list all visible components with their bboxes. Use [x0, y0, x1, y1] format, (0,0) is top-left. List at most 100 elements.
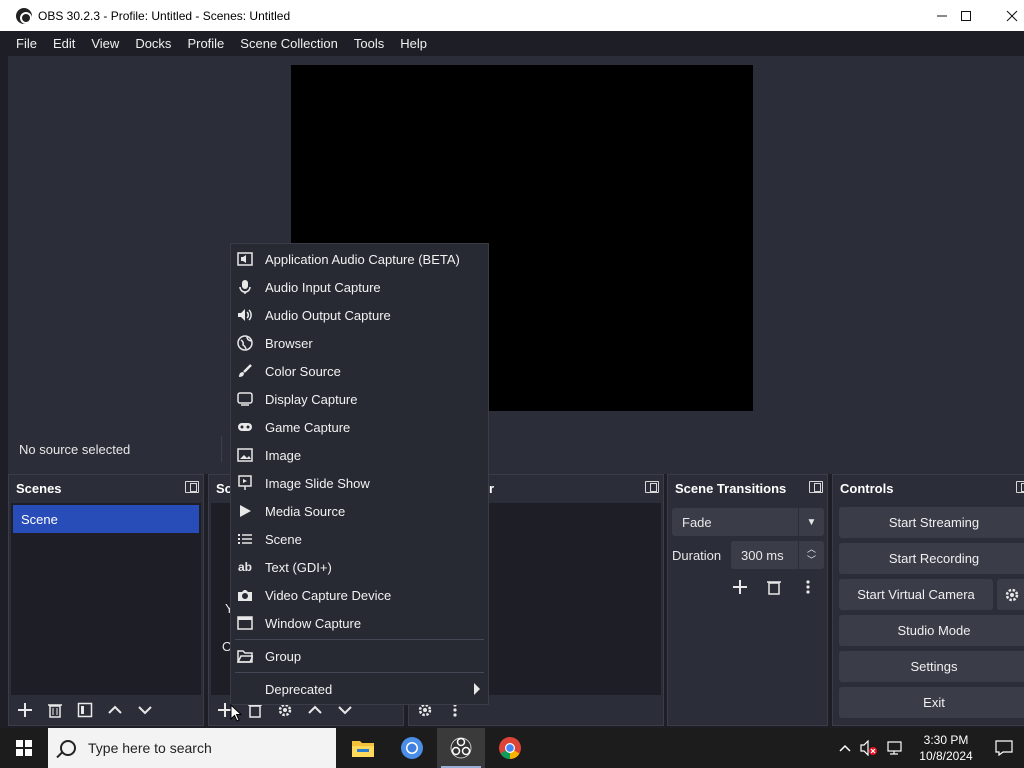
scene-item[interactable]: Scene	[13, 505, 199, 533]
menu-item-image[interactable]: Image	[231, 441, 488, 469]
chrome-icon	[401, 737, 423, 759]
menu-item-application-audio-capture[interactable]: Application Audio Capture (BETA)	[231, 245, 488, 273]
scenes-dock-title: Scenes	[16, 480, 62, 496]
menu-item-scene[interactable]: Scene	[231, 525, 488, 553]
taskbar-chrome-2[interactable]	[486, 728, 534, 768]
taskbar-search-box[interactable]: Type here to search	[48, 728, 336, 768]
tray-overflow-button[interactable]	[834, 744, 856, 752]
menu-item-audio-output-capture[interactable]: Audio Output Capture	[231, 301, 488, 329]
scene-filters-button[interactable]	[75, 700, 95, 720]
obs-icon	[450, 737, 472, 759]
chrome-icon	[499, 737, 521, 759]
filter-icon	[77, 702, 93, 718]
menu-item-group[interactable]: Group	[231, 642, 488, 670]
undock-icon[interactable]	[1016, 481, 1024, 493]
menu-item-window-capture[interactable]: Window Capture	[231, 609, 488, 637]
spin-arrows-icon[interactable]: ︿ ﹀	[798, 541, 824, 569]
taskbar-file-explorer[interactable]	[339, 728, 387, 768]
menu-file[interactable]: File	[8, 36, 45, 51]
app-audio-icon	[237, 251, 253, 267]
menu-help[interactable]: Help	[392, 36, 435, 51]
folder-icon	[237, 648, 253, 664]
maximize-icon	[961, 10, 971, 21]
scenes-list: Scene	[11, 503, 201, 695]
trash-icon	[48, 704, 62, 718]
network-button[interactable]	[882, 740, 908, 756]
windows-taskbar: Type here to search 3:30 PM 10/8/2024	[0, 728, 1024, 768]
submenu-arrow-icon	[474, 683, 480, 695]
menu-item-audio-input-capture[interactable]: Audio Input Capture	[231, 273, 488, 301]
duration-label: Duration	[672, 548, 722, 563]
window-title: OBS 30.2.3 - Profile: Untitled - Scenes:…	[38, 8, 291, 23]
gear-icon	[1005, 588, 1019, 601]
notifications-button[interactable]	[984, 740, 1024, 756]
undock-icon[interactable]	[645, 481, 659, 493]
chevron-up-icon	[108, 705, 122, 714]
taskbar-obs[interactable]	[437, 728, 485, 768]
menu-item-game-capture[interactable]: Game Capture	[231, 413, 488, 441]
undock-icon[interactable]	[185, 481, 199, 493]
menu-item-text-gdi[interactable]: ab Text (GDI+)	[231, 553, 488, 581]
globe-icon	[237, 335, 253, 351]
duration-spinbox[interactable]: 300 ms ︿ ﹀	[731, 541, 824, 569]
notification-icon	[995, 740, 1013, 756]
trash-icon	[767, 581, 781, 595]
taskbar-clock[interactable]: 3:30 PM 10/8/2024	[908, 732, 984, 764]
add-scene-button[interactable]	[15, 700, 35, 720]
menu-item-deprecated[interactable]: Deprecated	[231, 675, 488, 703]
scenes-dock: Scenes Scene	[8, 474, 204, 726]
menu-profile[interactable]: Profile	[179, 36, 232, 51]
clock-date: 10/8/2024	[919, 749, 973, 763]
audio-mixer-title: r	[489, 480, 495, 496]
remove-scene-button[interactable]	[45, 700, 65, 720]
menu-edit[interactable]: Edit	[45, 36, 83, 51]
volume-button[interactable]	[856, 740, 882, 756]
exit-button[interactable]: Exit	[839, 687, 1024, 718]
file-explorer-icon	[352, 741, 374, 757]
network-icon	[887, 741, 902, 755]
virtual-camera-settings-button[interactable]	[997, 579, 1024, 610]
chevron-down-icon	[138, 706, 152, 715]
menu-item-browser[interactable]: Browser	[231, 329, 488, 357]
camera-icon	[237, 587, 253, 603]
transition-select[interactable]: Fade ▼	[672, 508, 824, 536]
menu-separator	[235, 672, 484, 673]
menu-scene-collection[interactable]: Scene Collection	[232, 36, 346, 51]
menu-item-media-source[interactable]: Media Source	[231, 497, 488, 525]
add-source-context-menu: Application Audio Capture (BETA) Audio I…	[230, 243, 489, 705]
start-recording-button[interactable]: Start Recording	[839, 543, 1024, 574]
move-scene-down-button[interactable]	[135, 700, 155, 720]
monitor-icon	[237, 391, 253, 407]
start-button[interactable]	[0, 728, 48, 768]
image-icon	[237, 447, 253, 463]
list-icon	[237, 531, 253, 547]
plus-icon	[733, 580, 747, 594]
menu-tools[interactable]: Tools	[346, 36, 392, 51]
remove-transition-button[interactable]	[764, 577, 784, 597]
menu-item-video-capture-device[interactable]: Video Capture Device	[231, 581, 488, 609]
plus-icon	[18, 703, 32, 717]
menu-item-color-source[interactable]: Color Source	[231, 357, 488, 385]
studio-mode-button[interactable]: Studio Mode	[839, 615, 1024, 646]
slideshow-icon	[237, 475, 253, 491]
transitions-dock-title: Scene Transitions	[675, 480, 787, 496]
menu-docks[interactable]: Docks	[127, 36, 179, 51]
start-streaming-button[interactable]: Start Streaming	[839, 507, 1024, 538]
play-icon	[237, 503, 253, 519]
start-virtual-camera-button[interactable]: Start Virtual Camera	[839, 579, 993, 610]
menu-item-image-slide-show[interactable]: Image Slide Show	[231, 469, 488, 497]
scene-transitions-dock: Scene Transitions Fade ▼ Duration 300 ms…	[667, 474, 828, 726]
microphone-icon	[237, 279, 253, 295]
transition-menu-button[interactable]	[798, 577, 818, 597]
move-scene-up-button[interactable]	[105, 700, 125, 720]
settings-button[interactable]: Settings	[839, 651, 1024, 682]
menu-item-display-capture[interactable]: Display Capture	[231, 385, 488, 413]
menu-view[interactable]: View	[83, 36, 127, 51]
chevron-down-icon: ▼	[798, 508, 824, 536]
maximize-button[interactable]	[943, 0, 989, 31]
add-transition-button[interactable]	[730, 577, 750, 597]
menu-bar: File Edit View Docks Profile Scene Colle…	[0, 31, 1024, 56]
undock-icon[interactable]	[809, 481, 823, 493]
taskbar-chrome[interactable]	[388, 728, 436, 768]
close-button[interactable]	[989, 0, 1024, 31]
